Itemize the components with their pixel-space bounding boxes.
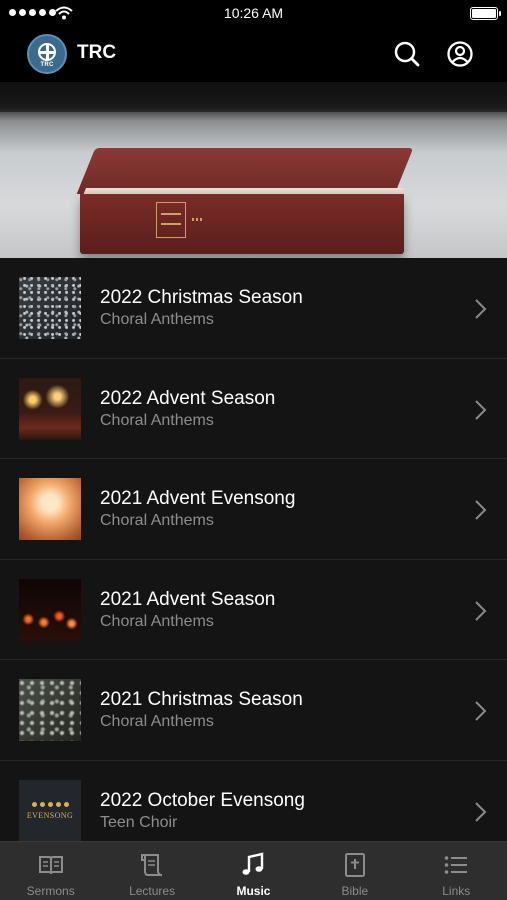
open-book-icon bbox=[38, 856, 63, 875]
chevron-right-icon bbox=[475, 701, 487, 721]
app-header: TRC TRC bbox=[0, 26, 507, 82]
tab-label: Links bbox=[442, 884, 471, 898]
album-thumbnail bbox=[19, 679, 81, 741]
list-item[interactable]: 2022 Advent Season Choral Anthems bbox=[0, 359, 507, 459]
album-thumbnail bbox=[19, 377, 81, 440]
tab-links[interactable]: Links bbox=[406, 842, 507, 900]
battery-icon bbox=[470, 7, 501, 20]
status-time: 10:26 AM bbox=[223, 5, 284, 21]
chevron-right-icon bbox=[475, 399, 487, 420]
list-item[interactable]: EVENSONG 2022 October Evensong Teen Choi… bbox=[0, 761, 507, 841]
item-subtitle: Choral Anthems bbox=[100, 411, 214, 429]
hero-image-bible bbox=[0, 82, 507, 258]
thumbnail-text: EVENSONG bbox=[26, 810, 74, 820]
chevron-right-icon bbox=[475, 500, 487, 520]
tab-label: Lectures bbox=[129, 884, 176, 898]
bible-icon bbox=[344, 853, 365, 877]
app-title: TRC bbox=[77, 42, 117, 63]
item-subtitle: Choral Anthems bbox=[100, 512, 214, 529]
list-item[interactable]: 2021 Advent Season Choral Anthems bbox=[0, 560, 507, 660]
app-logo: TRC bbox=[27, 34, 67, 74]
music-list: 2022 Christmas Season Choral Anthems 202… bbox=[0, 258, 507, 841]
search-button[interactable] bbox=[391, 38, 423, 70]
item-subtitle: Choral Anthems bbox=[100, 713, 214, 730]
chevron-right-icon bbox=[475, 600, 487, 621]
music-note-icon bbox=[242, 852, 264, 875]
album-thumbnail: EVENSONG bbox=[19, 779, 81, 841]
album-thumbnail bbox=[19, 478, 81, 540]
profile-button[interactable] bbox=[444, 38, 476, 70]
item-title: 2022 Advent Season bbox=[100, 387, 276, 409]
item-title: 2022 October Evensong bbox=[100, 789, 305, 811]
item-title: 2021 Christmas Season bbox=[100, 689, 303, 710]
item-subtitle: Teen Choir bbox=[100, 813, 178, 831]
tab-label: Sermons bbox=[26, 884, 75, 898]
album-thumbnail bbox=[19, 277, 81, 339]
user-profile-icon bbox=[447, 41, 473, 67]
list-item[interactable]: 2022 Christmas Season Choral Anthems bbox=[0, 258, 507, 359]
chevron-right-icon bbox=[475, 299, 487, 319]
logo-text: TRC bbox=[40, 61, 54, 68]
item-subtitle: Choral Anthems bbox=[100, 612, 214, 630]
tab-music[interactable]: Music bbox=[203, 842, 304, 900]
tab-bible[interactable]: Bible bbox=[304, 842, 405, 900]
item-title: 2022 Christmas Season bbox=[100, 287, 303, 308]
tab-sermons[interactable]: Sermons bbox=[0, 842, 101, 900]
tab-bar: Sermons Lectures Music Bible Links bbox=[0, 841, 507, 900]
scroll-icon bbox=[141, 854, 163, 876]
album-thumbnail bbox=[19, 578, 81, 641]
tab-lectures[interactable]: Lectures bbox=[101, 842, 202, 900]
item-subtitle: Choral Anthems bbox=[100, 311, 214, 328]
list-icon bbox=[444, 856, 468, 874]
status-bar: 10:26 AM bbox=[0, 0, 507, 26]
cross-emblem-icon bbox=[38, 42, 56, 61]
list-item[interactable]: 2021 Christmas Season Choral Anthems bbox=[0, 660, 507, 761]
chevron-right-icon bbox=[475, 801, 487, 822]
item-title: 2021 Advent Season bbox=[100, 588, 276, 610]
list-item[interactable]: 2021 Advent Evensong Choral Anthems bbox=[0, 459, 507, 560]
search-icon bbox=[394, 41, 420, 67]
tab-label: Bible bbox=[341, 884, 369, 898]
tab-label: Music bbox=[236, 884, 271, 898]
item-title: 2021 Advent Evensong bbox=[100, 488, 296, 509]
